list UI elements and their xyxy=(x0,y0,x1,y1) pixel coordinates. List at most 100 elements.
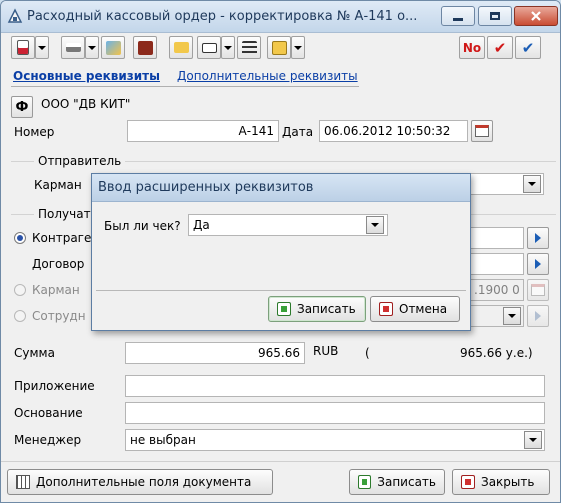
card-dropdown[interactable] xyxy=(221,36,235,59)
attachment-field[interactable] xyxy=(125,375,545,397)
toolbar: No ✔ ✔ xyxy=(1,33,560,63)
currency-label: RUB xyxy=(313,344,339,358)
manager-value: не выбран xyxy=(130,433,196,447)
sum-label: Сумма xyxy=(14,346,55,360)
app-icon xyxy=(7,8,23,23)
chevron-down-icon xyxy=(371,223,379,227)
contract-field[interactable] xyxy=(469,253,524,275)
sender-group-title: Отправитель xyxy=(34,154,126,168)
image-button[interactable] xyxy=(101,36,125,59)
no-button[interactable]: No xyxy=(459,36,485,59)
org-name: ООО "ДВ КИТ" xyxy=(41,97,131,111)
save-icon xyxy=(358,475,372,489)
receiver-group-title: Получат xyxy=(34,207,95,221)
manager-dropdown[interactable] xyxy=(524,431,542,449)
new-document-dropdown[interactable] xyxy=(35,36,49,59)
tab-divider xyxy=(11,86,359,87)
manager-combo[interactable]: не выбран xyxy=(125,429,545,451)
chevron-down-icon xyxy=(294,45,302,50)
maximize-button[interactable] xyxy=(478,6,512,26)
contractor-field[interactable] xyxy=(469,227,524,249)
main-window: Расходный кассовый ордер - корректировка… xyxy=(0,0,561,503)
exit-icon xyxy=(461,475,475,489)
envelope-icon xyxy=(271,40,287,55)
book-button[interactable] xyxy=(133,36,157,59)
number-field[interactable]: А-141 xyxy=(127,120,279,142)
org-button-label: Ф xyxy=(15,99,29,115)
print-dropdown[interactable] xyxy=(85,36,99,59)
number-label: Номер xyxy=(14,125,55,139)
radio-contractor[interactable] xyxy=(14,232,26,244)
check-dropdown[interactable] xyxy=(366,216,384,234)
chevron-down-icon xyxy=(88,45,96,50)
play-icon xyxy=(535,259,541,269)
attachment-label: Приложение xyxy=(14,379,95,393)
manager-label: Менеджер xyxy=(14,433,82,447)
chevron-down-icon xyxy=(529,438,537,442)
confirm-red-button[interactable]: ✔ xyxy=(487,36,513,59)
receiver-cash-label: Карман xyxy=(32,283,80,297)
document-icon xyxy=(17,40,29,55)
check-label: Был ли чек? xyxy=(104,219,181,233)
chevron-down-icon xyxy=(224,45,232,50)
check-blue-icon: ✔ xyxy=(521,38,535,57)
dialog-cancel-button[interactable]: Отмена xyxy=(370,296,460,322)
close-label: Закрыть xyxy=(481,475,535,489)
date-field[interactable]: 06.06.2012 10:50:32 xyxy=(319,120,468,142)
dialog-save-label: Записать xyxy=(297,302,356,316)
no-label: No xyxy=(462,40,482,55)
sum-field[interactable]: 965.66 xyxy=(125,342,305,364)
close-button[interactable]: Закрыть xyxy=(452,469,550,495)
print-button[interactable] xyxy=(61,36,85,59)
cancel-icon xyxy=(379,302,393,316)
calendar-icon xyxy=(531,284,545,296)
check-red-icon: ✔ xyxy=(493,38,507,57)
employee-select-button xyxy=(527,305,549,327)
footer-divider xyxy=(1,461,560,462)
basis-label: Основание xyxy=(14,406,83,420)
contract-select-button[interactable] xyxy=(527,253,549,275)
minimize-icon xyxy=(453,17,463,21)
check-combo[interactable]: Да xyxy=(188,214,388,236)
tab-main[interactable]: Основные реквизиты xyxy=(13,69,160,83)
list-button[interactable] xyxy=(237,36,261,59)
dialog-divider xyxy=(96,290,466,291)
calendar-button[interactable] xyxy=(471,120,493,142)
minimize-button[interactable] xyxy=(441,6,475,26)
ue-value: 965.66 у.е.) xyxy=(460,346,533,360)
receiver-cash-date-value: .1900 0 xyxy=(474,283,520,297)
dialog-save-button[interactable]: Записать xyxy=(268,296,366,322)
employee-dropdown xyxy=(503,307,521,325)
radio-employee[interactable] xyxy=(14,310,26,322)
confirm-blue-button[interactable]: ✔ xyxy=(515,36,541,59)
envelope-dropdown[interactable] xyxy=(291,36,305,59)
card-button[interactable] xyxy=(197,36,221,59)
folder-icon xyxy=(173,42,189,53)
print-icon xyxy=(65,43,81,52)
number-value: А-141 xyxy=(238,124,274,138)
new-document-button[interactable] xyxy=(11,36,35,59)
receiver-cash-date-field: .1900 0 xyxy=(469,279,524,301)
receiver-calendar-button xyxy=(527,279,549,301)
basis-field[interactable] xyxy=(125,402,545,424)
title-bar: Расходный кассовый ордер - корректировка… xyxy=(1,1,560,33)
window-title: Расходный кассовый ордер - корректировка… xyxy=(27,9,418,24)
employee-label: Сотрудн xyxy=(32,309,86,323)
folder-button[interactable] xyxy=(169,36,193,59)
radio-cash[interactable] xyxy=(14,284,26,296)
envelope-button[interactable] xyxy=(267,36,291,59)
org-select-button[interactable]: Ф xyxy=(11,96,33,118)
check-value: Да xyxy=(193,218,210,232)
maximize-icon xyxy=(490,12,500,20)
ue-open-paren: ( xyxy=(365,346,370,360)
close-window-button[interactable] xyxy=(514,6,558,26)
save-button[interactable]: Записать xyxy=(349,469,445,495)
grid-icon xyxy=(16,475,30,489)
tab-extra[interactable]: Дополнительные реквизиты xyxy=(177,69,358,83)
date-value: 06.06.2012 10:50:32 xyxy=(324,124,451,138)
contractor-select-button[interactable] xyxy=(527,227,549,249)
save-icon xyxy=(277,302,291,316)
date-label: Дата xyxy=(282,125,314,139)
extra-fields-button[interactable]: Дополнительные поля документа xyxy=(7,469,273,495)
sender-cash-dropdown[interactable] xyxy=(523,175,541,193)
